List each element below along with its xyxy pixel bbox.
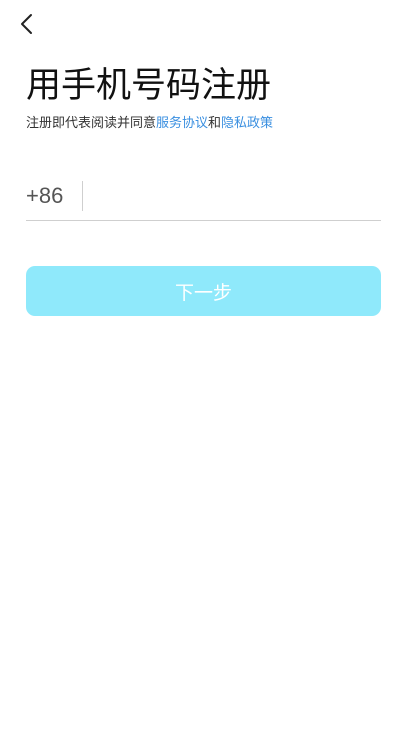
agreement-text: 注册即代表阅读并同意服务协议和隐私政策 bbox=[26, 115, 273, 133]
field-divider bbox=[82, 181, 83, 211]
country-code[interactable]: +86 bbox=[26, 183, 74, 209]
next-button[interactable]: 下一步 bbox=[26, 266, 381, 316]
phone-field: +86 bbox=[26, 172, 381, 221]
service-agreement-link[interactable]: 服务协议 bbox=[156, 116, 208, 131]
chevron-left-icon bbox=[19, 12, 35, 40]
agreement-prefix: 注册即代表阅读并同意 bbox=[26, 116, 157, 131]
page-title: 用手机号码注册 bbox=[26, 66, 272, 106]
back-button[interactable] bbox=[14, 12, 40, 40]
privacy-policy-link[interactable]: 隐私政策 bbox=[221, 116, 273, 131]
agreement-conjunction: 和 bbox=[208, 116, 222, 131]
phone-input[interactable] bbox=[95, 176, 381, 216]
